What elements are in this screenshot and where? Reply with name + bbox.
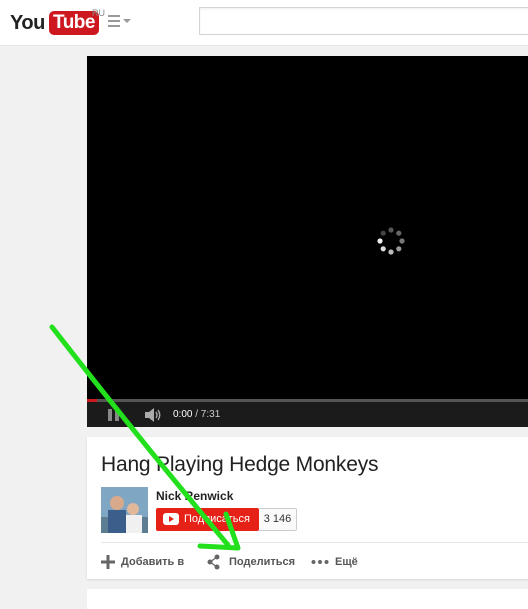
video-info-card: Hang Playing Hedge Monkeys Nick Renwick … <box>87 437 528 579</box>
more-button[interactable]: Ещё <box>311 554 361 570</box>
logo-region: RU <box>92 8 105 18</box>
subscribe-button[interactable]: Подписаться <box>156 508 259 531</box>
channel-name[interactable]: Nick Renwick <box>156 489 233 503</box>
video-title: Hang Playing Hedge Monkeys <box>101 453 379 476</box>
plus-icon <box>101 555 115 569</box>
loading-spinner-icon <box>377 227 405 255</box>
volume-icon[interactable] <box>143 407 163 423</box>
share-label: Поделиться <box>229 556 296 568</box>
logo-you-text: You <box>10 12 45 34</box>
channel-avatar[interactable] <box>101 487 148 533</box>
share-button[interactable]: Поделиться <box>207 554 299 570</box>
action-bar: Добавить в Поделиться Ещё <box>101 554 521 570</box>
search-input[interactable] <box>199 7 528 35</box>
add-to-label: Добавить в <box>121 556 185 568</box>
next-card <box>87 589 528 609</box>
subscriber-count: 3 146 <box>259 508 297 531</box>
player-controls: 0:00 / 7:31 <box>87 402 528 427</box>
add-to-button[interactable]: Добавить в <box>101 554 191 570</box>
youtube-play-icon <box>163 513 179 525</box>
divider <box>101 542 528 543</box>
masthead: You Tube RU <box>0 0 528 46</box>
subscribe-label: Подписаться <box>184 513 250 525</box>
guide-menu-icon[interactable] <box>108 14 132 32</box>
duration: / 7:31 <box>195 409 221 420</box>
share-icon <box>207 554 220 570</box>
current-time: 0:00 <box>173 409 193 420</box>
more-dots-icon <box>311 560 329 564</box>
play-icon[interactable] <box>107 408 121 422</box>
more-label: Ещё <box>335 556 358 568</box>
video-player[interactable]: 0:00 / 7:31 <box>87 56 528 427</box>
time-display: 0:00 / 7:31 <box>173 409 220 421</box>
